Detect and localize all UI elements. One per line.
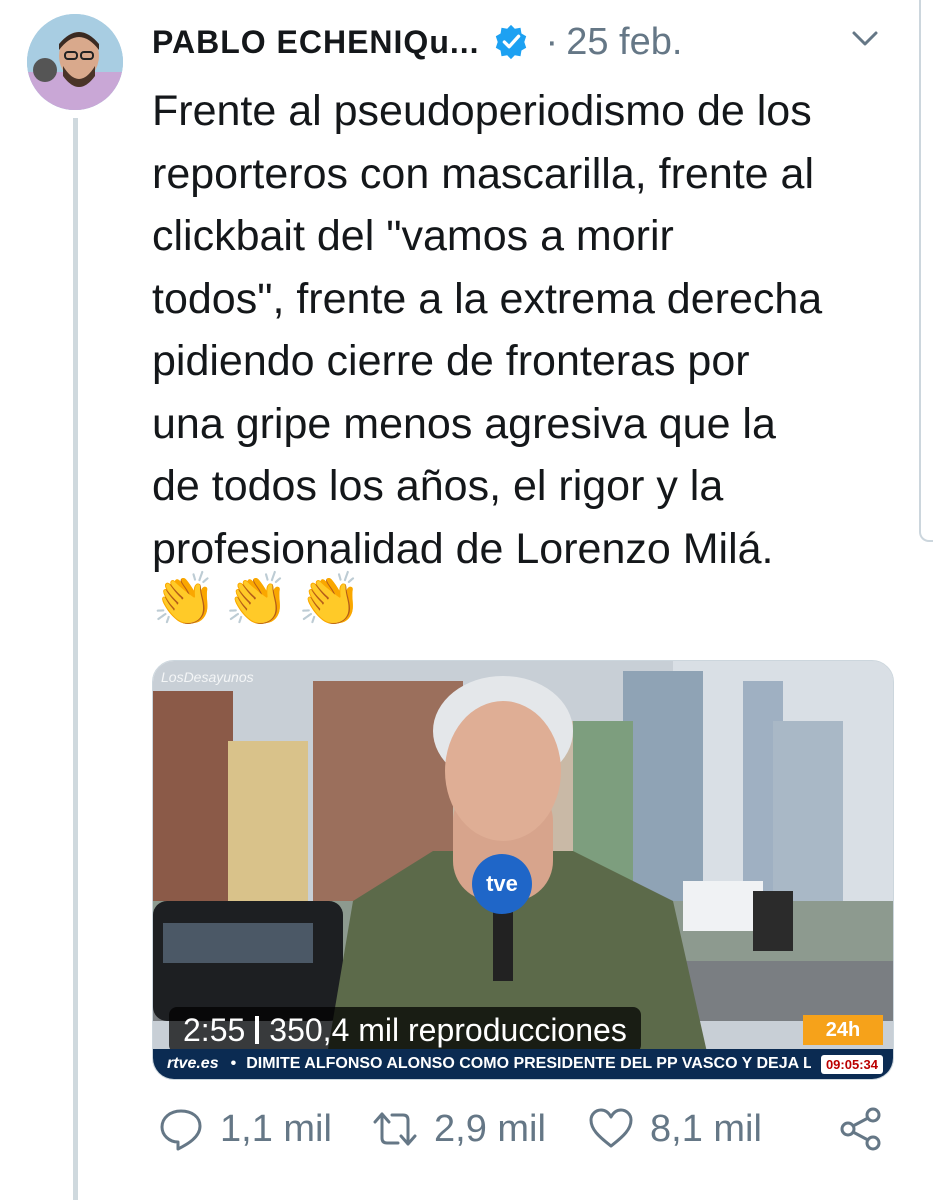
ticker-logo: rtve.es xyxy=(167,1055,219,1072)
channel-badge: 24h xyxy=(803,1015,883,1045)
thread-connector-line xyxy=(73,118,78,1200)
tweet-text-line: Frente al pseudoperiodismo de los xyxy=(152,87,812,135)
retweet-count: 2,9 mil xyxy=(434,1107,546,1150)
share-button[interactable] xyxy=(838,1106,884,1152)
ticker-text: DIMITE ALFONSO ALONSO COMO PRESIDENTE DE… xyxy=(246,1055,811,1072)
ticker-clock: 09:05:34 xyxy=(820,1054,883,1074)
video-views: 350,4 mil reproducciones xyxy=(269,1011,627,1048)
retweet-button[interactable]: 2,9 mil xyxy=(372,1106,546,1152)
retweet-icon xyxy=(373,1112,417,1146)
separator-dot: · xyxy=(545,20,559,63)
like-icon xyxy=(589,1108,633,1148)
like-button[interactable]: 8,1 mil xyxy=(588,1106,762,1152)
video-stats-pill: 2:55 350,4 mil reproducciones xyxy=(169,1007,641,1053)
microphone-logo: tve xyxy=(472,854,532,914)
reply-icon xyxy=(160,1109,202,1151)
tweet-text-line: una gripe menos agresiva que la xyxy=(152,399,776,448)
author-name[interactable]: PABLO ECHENIQu... xyxy=(152,24,480,61)
tweet-text-line: clickbait del "vamos a morir xyxy=(152,212,674,260)
tweet-date[interactable]: 25 feb. xyxy=(566,21,682,64)
pill-divider xyxy=(255,1016,260,1044)
like-count: 8,1 mil xyxy=(650,1107,762,1150)
tweet-text: Frente al pseudoperiodismo de los report… xyxy=(152,80,912,580)
chevron-down-icon[interactable] xyxy=(848,22,882,56)
tweet-text-line: de todos los años, el rigor y la xyxy=(152,462,724,510)
verified-badge-icon xyxy=(492,23,530,61)
watermark-label: LosDesayunos xyxy=(161,669,254,685)
clapping-hands-emoji: 👏 xyxy=(224,571,290,629)
emoji-row: 👏 👏 👏 xyxy=(152,570,362,630)
avatar[interactable] xyxy=(27,14,123,110)
tweet-text-line: reporteros con mascarilla, frente al xyxy=(152,149,815,198)
tweet-header: PABLO ECHENIQu... · 25 feb. xyxy=(152,14,912,70)
tweet-text-line: todos", frente a la extrema derecha xyxy=(152,274,823,323)
clapping-hands-emoji: 👏 xyxy=(152,571,217,629)
tweet-actions: 1,1 mil 2,9 mil 8,1 mil xyxy=(152,1106,897,1166)
tweet-text-line: pidiendo cierre de fronteras por xyxy=(152,337,750,385)
video-player[interactable]: LosDesayunos tve 24h 2:55 350,4 mil repr… xyxy=(152,660,894,1080)
news-ticker: rtve.es • DIMITE ALFONSO ALONSO COMO PRE… xyxy=(153,1049,893,1079)
scrollbar[interactable] xyxy=(919,0,933,542)
reply-count: 1,1 mil xyxy=(220,1107,332,1150)
video-duration: 2:55 xyxy=(183,1011,246,1048)
share-icon xyxy=(840,1107,881,1151)
clapping-hands-emoji: 👏 xyxy=(297,571,363,629)
ticker-bullet: • xyxy=(230,1055,237,1072)
reply-button[interactable]: 1,1 mil xyxy=(158,1106,332,1152)
